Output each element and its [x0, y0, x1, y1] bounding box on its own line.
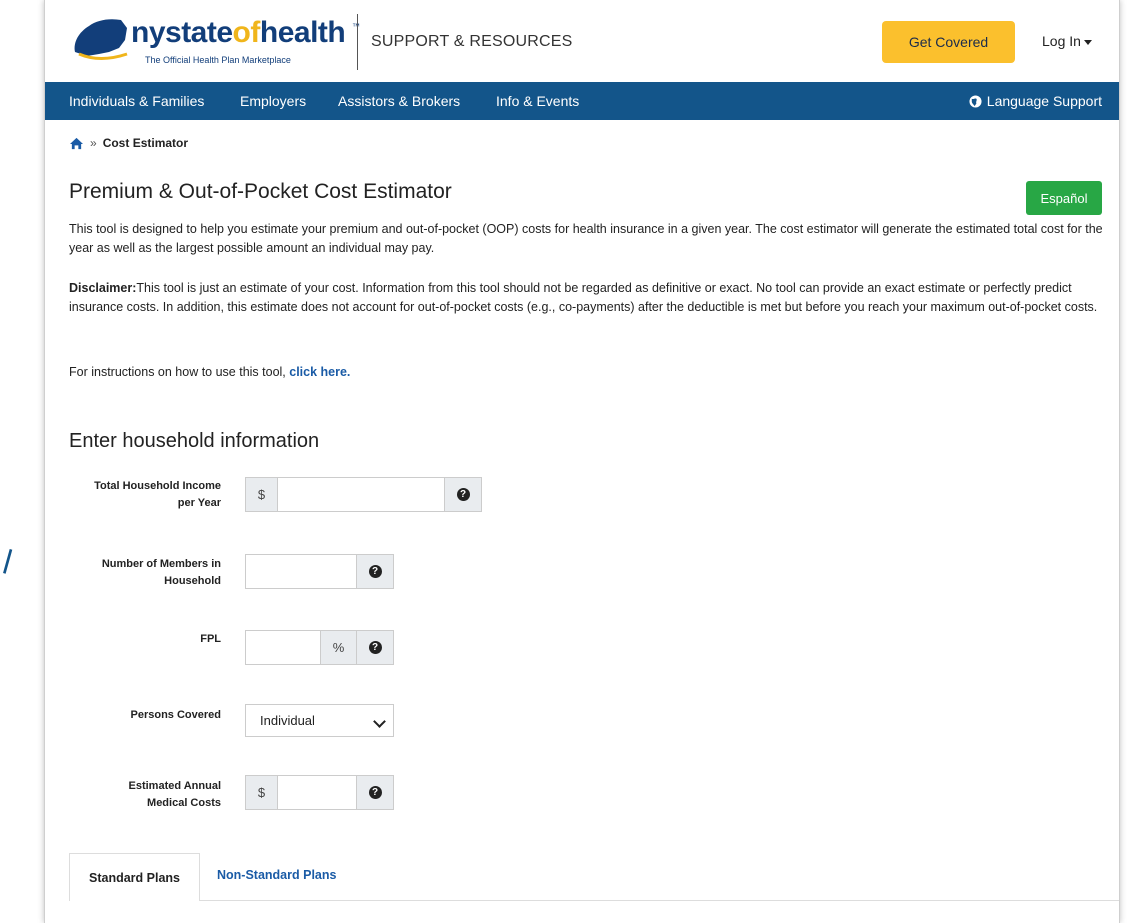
- question-circle-icon: ?: [368, 641, 382, 654]
- fpl-percent-addon: %: [320, 630, 357, 665]
- tab-non-standard-plans[interactable]: Non-Standard Plans: [217, 868, 336, 882]
- espanol-button[interactable]: Español: [1026, 181, 1102, 215]
- browser-page: nystateofhealth ™ The Official Health Pl…: [44, 0, 1120, 923]
- trademark-mark: ™: [352, 22, 360, 31]
- instructions-link[interactable]: click here.: [289, 365, 350, 379]
- disclaimer-body: This tool is just an estimate of your co…: [69, 281, 1098, 314]
- logo-tagline: The Official Health Plan Marketplace: [145, 55, 291, 65]
- ny-state-icon: [74, 19, 128, 60]
- breadcrumb: » Cost Estimator: [69, 136, 188, 150]
- tab-standard-plans[interactable]: Standard Plans: [69, 853, 200, 901]
- persons-covered-value: Individual: [260, 713, 315, 728]
- income-input[interactable]: [277, 477, 445, 512]
- breadcrumb-current: Cost Estimator: [102, 136, 189, 150]
- intro-text: This tool is designed to help you estima…: [69, 222, 1103, 255]
- chevron-down-icon: [373, 715, 386, 728]
- income-label: Total Household Income per Year: [94, 480, 221, 509]
- home-icon[interactable]: [69, 137, 84, 150]
- medical-costs-label: Estimated Annual Medical Costs: [128, 780, 222, 809]
- household-heading: Enter household information: [69, 430, 320, 452]
- question-circle-icon: ?: [368, 565, 382, 578]
- instructions-label: For instructions on how to use this tool…: [69, 365, 290, 379]
- support-resources-title: SUPPORT & RESOURCES: [371, 33, 573, 50]
- header-divider: [357, 14, 358, 70]
- fpl-help-button[interactable]: ?: [356, 630, 394, 665]
- members-help-button[interactable]: ?: [356, 554, 394, 589]
- nav-info-events[interactable]: Info & Events: [496, 93, 579, 109]
- income-dollar-addon: $: [245, 477, 278, 512]
- members-label: Number of Members in Household: [101, 558, 221, 587]
- language-support-label: Language Support: [986, 93, 1102, 109]
- breadcrumb-separator: »: [90, 136, 97, 150]
- question-circle-icon: ?: [456, 488, 470, 501]
- disclaimer-label: Disclaimer:: [69, 281, 137, 295]
- site-logo[interactable]: nystateofhealth ™ The Official Health Pl…: [69, 12, 360, 72]
- nav-employers[interactable]: Employers: [240, 93, 306, 109]
- site-header: nystateofhealth ™ The Official Health Pl…: [45, 0, 1119, 82]
- globe-icon: [969, 94, 982, 108]
- medical-help-button[interactable]: ?: [356, 775, 394, 810]
- main-nav: Individuals & Families Employers Assisto…: [45, 82, 1119, 120]
- tabs-underline: [200, 900, 1119, 901]
- instructions-text: For instructions on how to use this tool…: [69, 363, 1109, 382]
- persons-covered-select[interactable]: Individual: [245, 704, 394, 737]
- login-label: Log In: [1042, 33, 1081, 49]
- language-support-link[interactable]: Language Support: [969, 93, 1102, 109]
- persons-covered-label: Persons Covered: [130, 709, 221, 721]
- nav-assistors-brokers[interactable]: Assistors & Brokers: [338, 93, 460, 109]
- question-circle-icon: ?: [368, 786, 382, 799]
- fpl-label: FPL: [200, 633, 221, 645]
- login-menu[interactable]: Log In: [1042, 33, 1092, 49]
- get-covered-button[interactable]: Get Covered: [882, 21, 1015, 63]
- medical-dollar-addon: $: [245, 775, 278, 810]
- page-title: Premium & Out-of-Pocket Cost Estimator: [69, 180, 452, 203]
- medical-costs-input[interactable]: [277, 775, 357, 810]
- slash-mark-icon: [3, 548, 13, 574]
- nav-individuals-families[interactable]: Individuals & Families: [69, 93, 204, 109]
- members-input[interactable]: [245, 554, 357, 589]
- fpl-input[interactable]: [245, 630, 321, 665]
- logo-wordmark: nystateofhealth: [131, 16, 346, 49]
- income-help-button[interactable]: ?: [444, 477, 482, 512]
- disclaimer-text: Disclaimer:This tool is just an estimate…: [69, 279, 1109, 317]
- caret-down-icon: [1083, 39, 1092, 45]
